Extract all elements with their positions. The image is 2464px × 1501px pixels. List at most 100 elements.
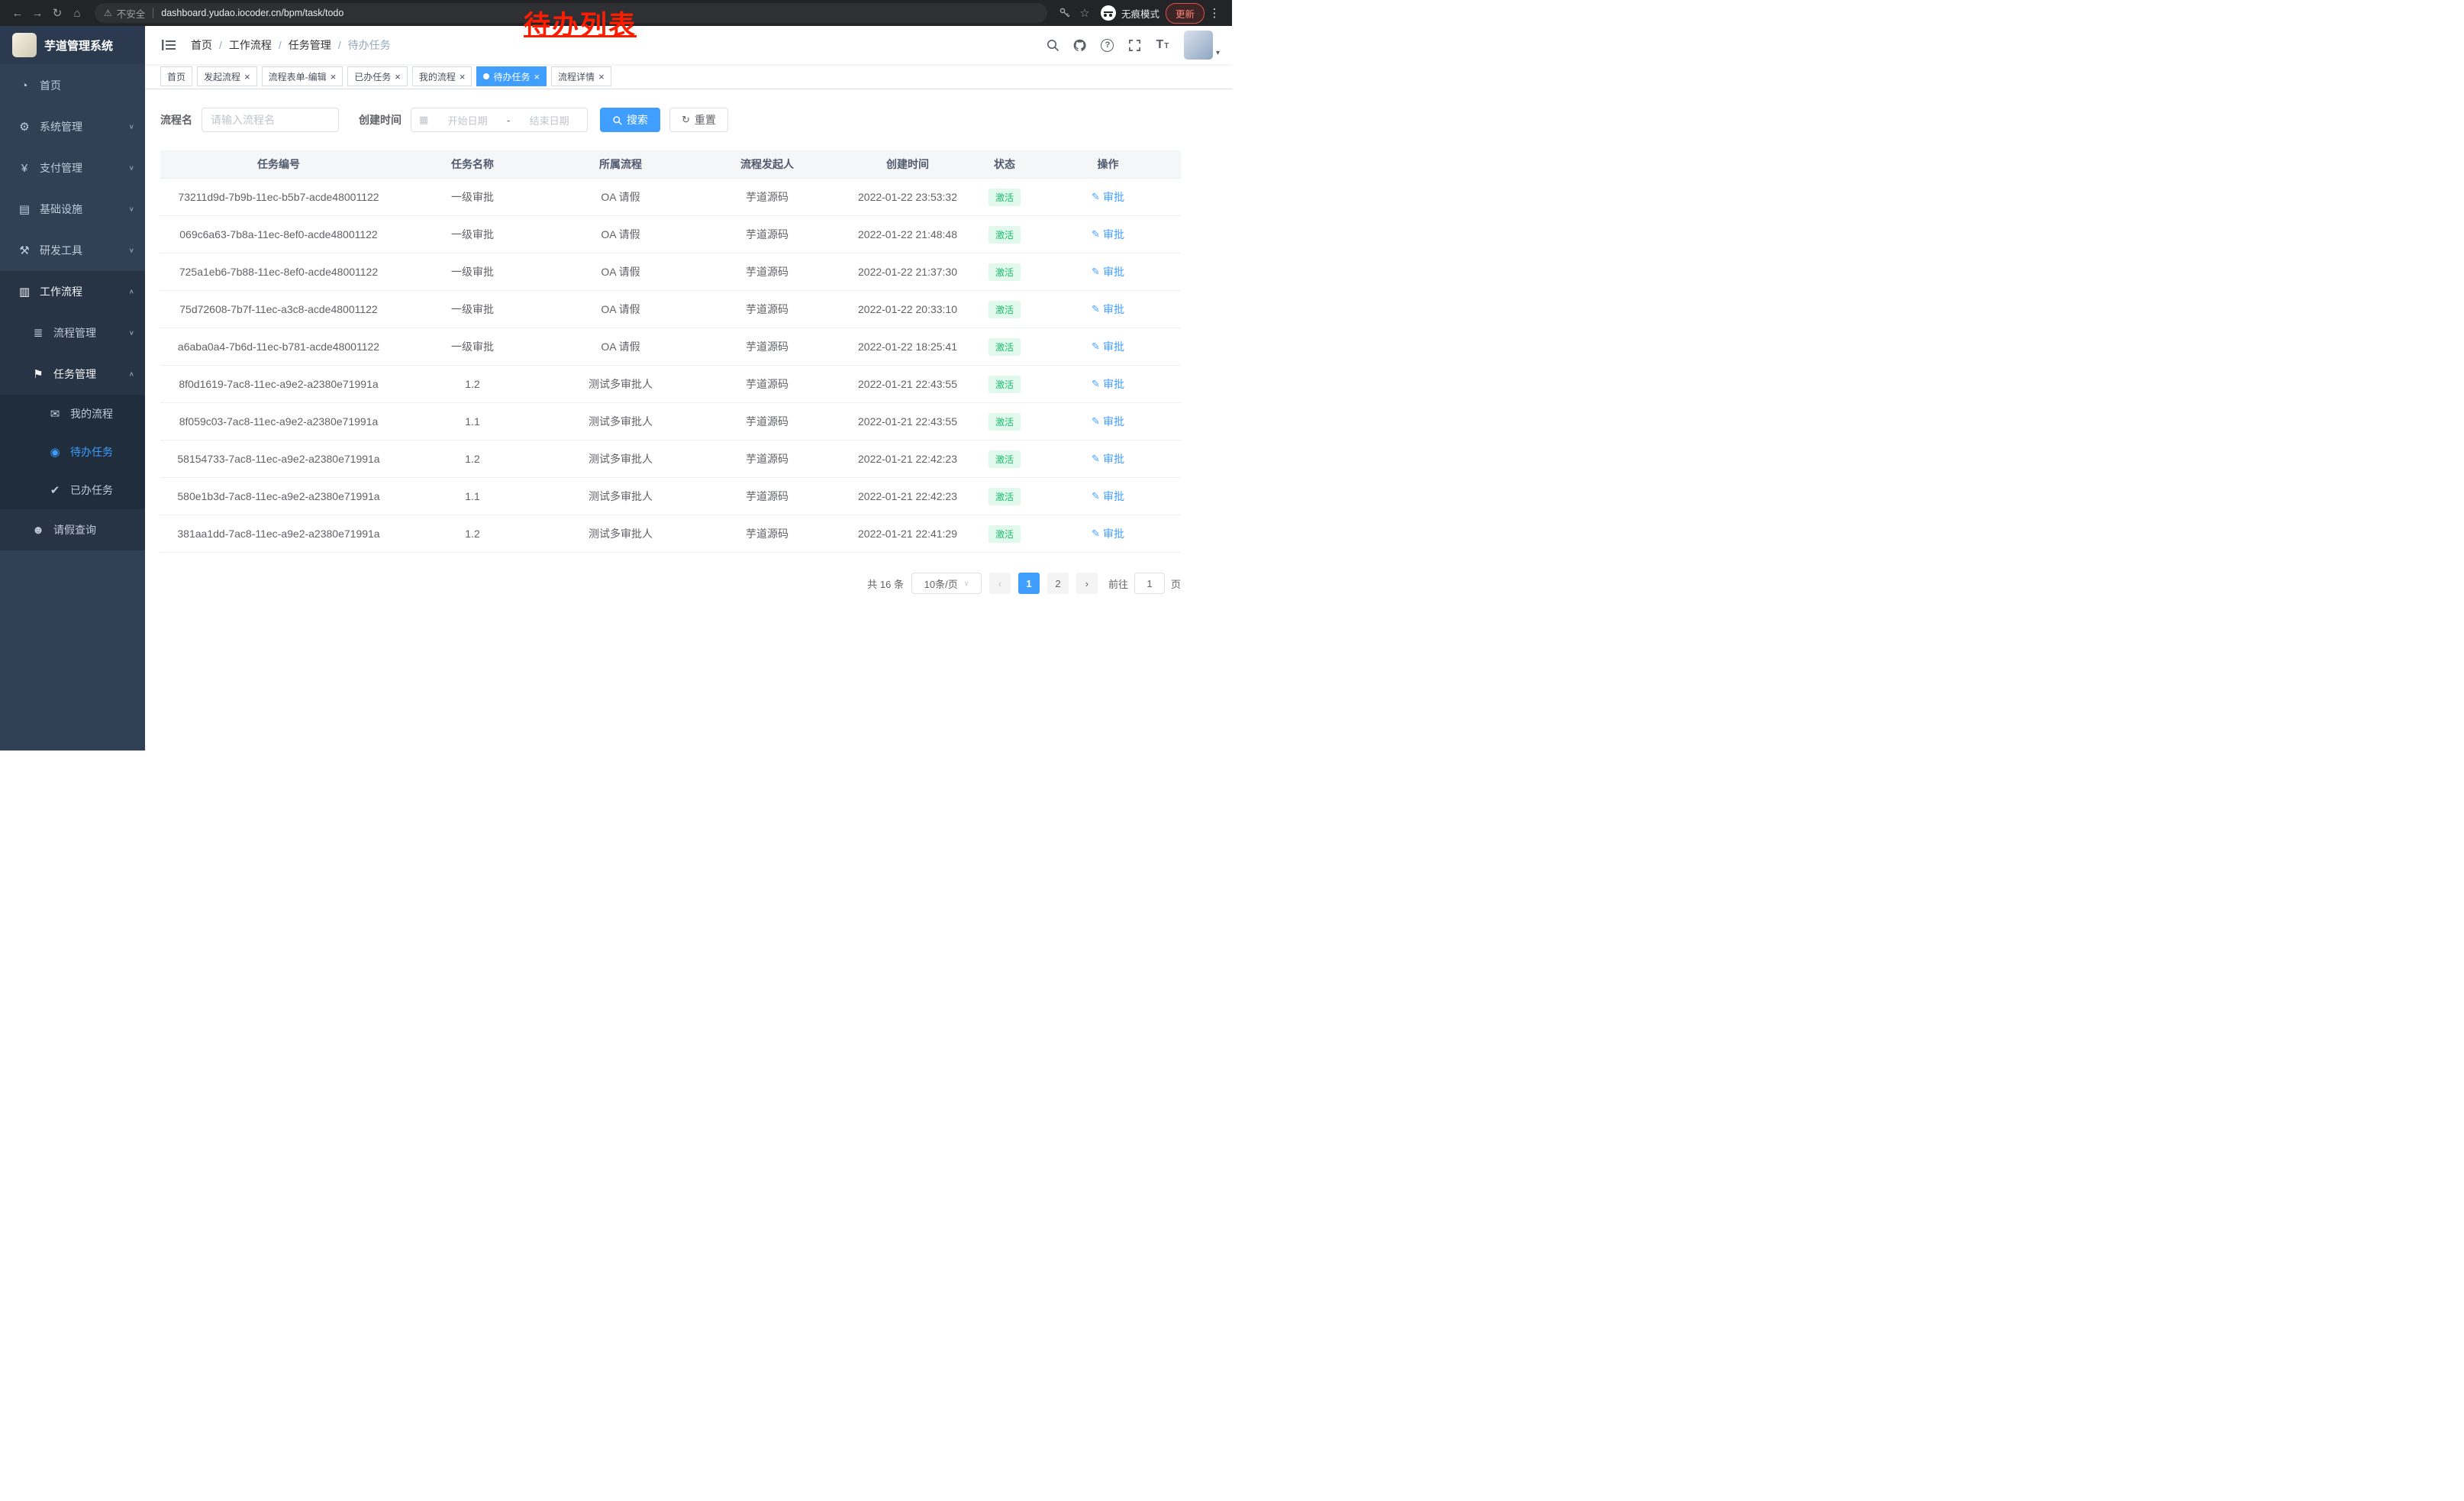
status-cell: 激活 [974, 328, 1035, 366]
status-badge: 激活 [989, 338, 1021, 356]
process-name-input[interactable] [202, 108, 339, 132]
approve-link[interactable]: ✎ 审批 [1092, 189, 1124, 205]
menu-label: 待办任务 [70, 444, 134, 460]
close-icon[interactable]: × [534, 72, 540, 82]
password-key-icon[interactable] [1055, 3, 1075, 23]
menu-icon: ☻ [31, 524, 46, 537]
approve-link-label: 审批 [1103, 339, 1124, 354]
breadcrumb-workflow[interactable]: 工作流程 [229, 37, 272, 53]
menu-label: 已办任务 [70, 483, 134, 498]
tab[interactable]: 发起流程 × [197, 66, 257, 86]
created-time-cell: 2022-01-22 21:48:48 [841, 216, 974, 253]
select-caret-icon: ∨ [964, 579, 969, 588]
reset-button[interactable]: ↻ 重置 [669, 108, 728, 132]
sidebar-item[interactable]: ◔ 首页 [0, 65, 145, 106]
home-icon[interactable]: ⌂ [67, 3, 87, 23]
github-icon[interactable] [1068, 33, 1092, 57]
process-cell: 测试多审批人 [548, 366, 693, 403]
sidebar-item[interactable]: ¥ 支付管理 ∨ [0, 147, 145, 189]
approve-link[interactable]: ✎ 审批 [1092, 264, 1124, 279]
approve-link[interactable]: ✎ 审批 [1092, 489, 1124, 504]
forward-icon[interactable]: → [27, 3, 47, 23]
table-row: 73211d9d-7b9b-11ec-b5b7-acde48001122 一级审… [160, 179, 1181, 216]
prev-page-button[interactable]: ‹ [989, 573, 1011, 594]
sidebar-collapse-icon[interactable] [157, 34, 180, 56]
approve-link[interactable]: ✎ 审批 [1092, 526, 1124, 541]
table-row: 580e1b3d-7ac8-11ec-a9e2-a2380e71991a 1.1… [160, 478, 1181, 515]
close-icon[interactable]: × [331, 72, 337, 82]
sidebar-item[interactable]: ✔ 已办任务 [0, 471, 145, 509]
task-id-cell: 381aa1dd-7ac8-11ec-a9e2-a2380e71991a [160, 515, 397, 553]
approve-link[interactable]: ✎ 审批 [1092, 414, 1124, 429]
approve-link[interactable]: ✎ 审批 [1092, 302, 1124, 317]
menu-icon: ¥ [17, 162, 32, 175]
initiator-cell: 芋道源码 [693, 441, 841, 478]
filter-bar: 流程名 创建时间 ▦ 开始日期 - 结束日期 搜索 ↻ [160, 108, 1232, 132]
sidebar-item[interactable]: ⚒ 研发工具 ∨ [0, 230, 145, 271]
task-id-cell: 75d72608-7b7f-11ec-a3c8-acde48001122 [160, 291, 397, 328]
menu-icon: ⚙ [17, 120, 32, 134]
sidebar-item[interactable]: ⚙ 系统管理 ∨ [0, 106, 145, 147]
sidebar-item[interactable]: ✉ 我的流程 [0, 395, 145, 433]
page-2-button[interactable]: 2 [1047, 573, 1069, 594]
status-badge: 激活 [989, 488, 1021, 505]
approve-link-label: 审批 [1103, 302, 1124, 317]
status-cell: 激活 [974, 478, 1035, 515]
reload-icon[interactable]: ↻ [47, 3, 67, 23]
tab[interactable]: 首页 [160, 66, 192, 86]
status-cell: 激活 [974, 515, 1035, 553]
sidebar-item[interactable]: ≣ 流程管理 ∨ [0, 312, 145, 353]
search-button[interactable]: 搜索 [600, 108, 660, 132]
sidebar-item[interactable]: ◉ 待办任务 [0, 433, 145, 471]
update-button[interactable]: 更新 [1166, 3, 1205, 24]
actions-cell: ✎ 审批 [1035, 216, 1181, 253]
breadcrumb-home[interactable]: 首页 [191, 37, 212, 53]
sidebar-item[interactable]: ☻ 请假查询 [0, 509, 145, 550]
goto-page-input[interactable] [1134, 573, 1165, 594]
tab[interactable]: 已办任务 × [347, 66, 408, 86]
browser-menu-icon[interactable]: ⋮ [1205, 3, 1224, 23]
start-date-placeholder: 开始日期 [437, 113, 498, 128]
close-icon[interactable]: × [395, 72, 401, 82]
menu-icon: ≣ [31, 326, 46, 340]
sidebar-item[interactable]: ▥ 工作流程 ∧ [0, 271, 145, 312]
approve-link[interactable]: ✎ 审批 [1092, 227, 1124, 242]
edit-icon: ✎ [1092, 303, 1100, 315]
bookmark-star-icon[interactable]: ☆ [1075, 3, 1095, 23]
close-icon[interactable]: × [244, 72, 250, 82]
date-range-picker[interactable]: ▦ 开始日期 - 结束日期 [411, 108, 588, 132]
logo-image [12, 33, 37, 57]
breadcrumb-task-management[interactable]: 任务管理 [289, 37, 331, 53]
back-icon[interactable]: ← [8, 3, 27, 23]
approve-link-label: 审批 [1103, 489, 1124, 504]
chevron-icon: ∧ [129, 288, 134, 295]
tab[interactable]: 流程表单-编辑 × [262, 66, 343, 86]
search-icon[interactable] [1040, 33, 1065, 57]
user-avatar-menu[interactable]: ▾ [1184, 31, 1220, 60]
page-size-select[interactable]: 10条/页 ∨ [911, 573, 982, 594]
app-logo[interactable]: 芋道管理系统 [0, 26, 145, 64]
menu-icon: ✔ [47, 483, 63, 497]
sidebar-item[interactable]: ⚑ 任务管理 ∧ [0, 353, 145, 395]
approve-link[interactable]: ✎ 审批 [1092, 339, 1124, 354]
chevron-icon: ∨ [129, 247, 134, 253]
tab[interactable]: 我的流程 × [412, 66, 472, 86]
page-1-button[interactable]: 1 [1018, 573, 1040, 594]
breadcrumb-current: 待办任务 [348, 37, 391, 53]
sidebar-item[interactable]: ▤ 基础设施 ∨ [0, 189, 145, 230]
font-size-icon[interactable] [1150, 33, 1175, 57]
navbar-actions: ▾ [1040, 31, 1220, 60]
initiator-cell: 芋道源码 [693, 403, 841, 441]
close-icon[interactable]: × [460, 72, 466, 82]
menu-icon: ✉ [47, 407, 63, 421]
next-page-button[interactable]: › [1076, 573, 1098, 594]
table-row: 8f0d1619-7ac8-11ec-a9e2-a2380e71991a 1.2… [160, 366, 1181, 403]
approve-link[interactable]: ✎ 审批 [1092, 451, 1124, 466]
tab[interactable]: 待办任务 × [476, 66, 547, 86]
help-icon[interactable] [1095, 33, 1120, 57]
close-icon[interactable]: × [598, 72, 605, 82]
approve-link[interactable]: ✎ 审批 [1092, 376, 1124, 392]
fullscreen-icon[interactable] [1123, 33, 1147, 57]
tab[interactable]: 流程详情 × [551, 66, 611, 86]
calendar-icon: ▦ [419, 114, 428, 126]
